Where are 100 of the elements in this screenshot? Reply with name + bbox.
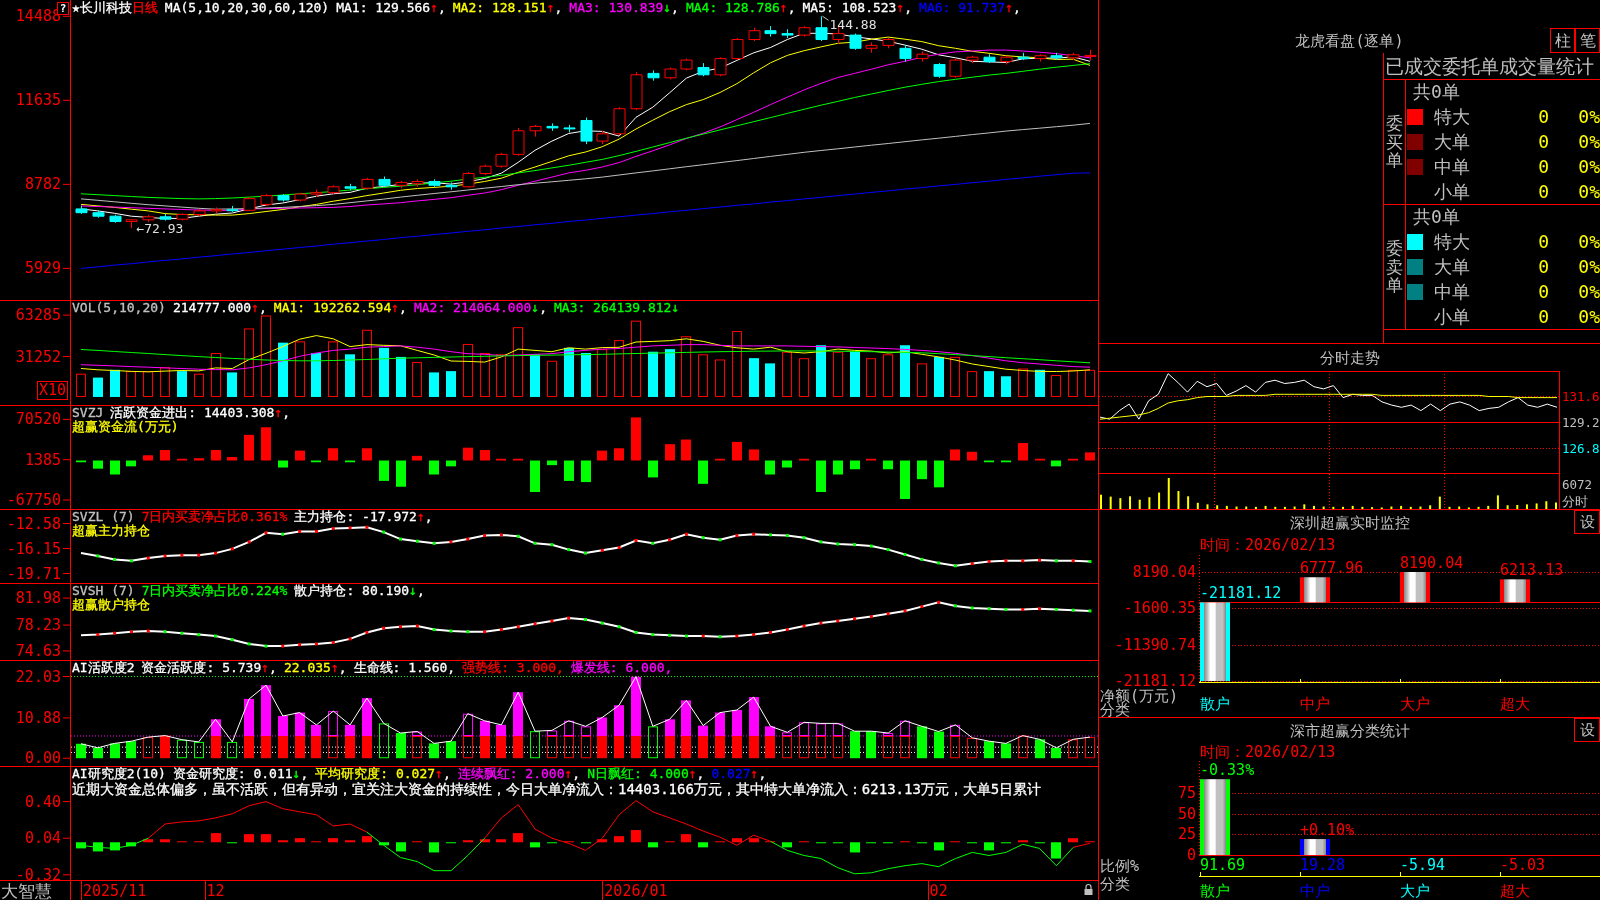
bar	[749, 449, 759, 461]
candlestick	[664, 67, 677, 80]
indicator-text: SVZJ	[72, 405, 104, 420]
candlestick	[428, 178, 441, 188]
bar	[1400, 572, 1430, 603]
order-share: 0%	[1578, 255, 1600, 278]
scale-button[interactable]: X10	[37, 381, 69, 400]
candlestick	[781, 28, 794, 39]
trend-arrow: ↑,	[251, 300, 267, 315]
bar	[581, 726, 591, 736]
settings-button[interactable]: 设	[1574, 510, 1600, 534]
bar	[126, 371, 136, 397]
bar	[278, 735, 288, 759]
bar	[194, 458, 204, 461]
indicator-text: 22.035	[283, 660, 331, 675]
bar	[1051, 375, 1061, 397]
bar	[211, 353, 221, 397]
bar	[480, 450, 490, 461]
axis-label: 11635	[15, 91, 61, 110]
order-count: 0	[1537, 180, 1549, 203]
mode-button[interactable]: 笔	[1575, 28, 1600, 53]
category-label: 超大	[1500, 882, 1530, 900]
order-share: 0%	[1578, 280, 1600, 303]
mode-button[interactable]: 柱	[1550, 28, 1575, 53]
candlestick	[462, 171, 475, 188]
axis-title: 比例%	[1100, 857, 1140, 875]
candlestick	[344, 183, 357, 191]
indicator-text: MA(5,10,20,30,60,120)	[164, 0, 330, 15]
value-label: -21181.12	[1200, 584, 1282, 603]
bar	[211, 450, 221, 461]
axis-label: 25	[1177, 825, 1196, 844]
bar	[126, 741, 136, 759]
bar	[665, 444, 675, 461]
bar	[564, 460, 574, 481]
candlestick	[714, 56, 727, 77]
bar	[547, 360, 557, 397]
bar	[597, 450, 607, 461]
bar	[110, 369, 120, 397]
candlestick	[92, 209, 105, 219]
trend-arrow: ↑,	[750, 766, 767, 781]
value-label: 19.28	[1300, 856, 1346, 874]
axis-label: 129.2	[1562, 415, 1600, 430]
candlestick	[529, 124, 542, 138]
bar	[631, 320, 641, 397]
bar	[765, 735, 775, 759]
bar	[480, 735, 490, 759]
bar	[698, 460, 708, 484]
trend-arrow: ↓	[671, 300, 680, 315]
order-type: 小单	[1434, 180, 1471, 203]
axis-label: 0.04	[24, 829, 61, 848]
candlestick	[849, 33, 862, 51]
bar	[698, 735, 708, 759]
bar	[816, 460, 826, 492]
bar	[866, 731, 876, 759]
help-button[interactable]: ?	[57, 2, 69, 15]
bar	[967, 371, 977, 397]
bar	[816, 735, 826, 759]
bar	[967, 737, 977, 759]
bar	[564, 735, 574, 759]
indicator-text: 散户持仓: 80.190	[294, 583, 410, 598]
bar	[900, 735, 910, 759]
value-label: 91.69	[1200, 856, 1246, 874]
value-label: -5.94	[1400, 856, 1446, 874]
candlestick	[580, 117, 593, 145]
candlestick	[983, 53, 996, 64]
bar	[782, 351, 792, 397]
bar	[850, 460, 860, 470]
indicator-text: 连续飘红: 2.000	[457, 766, 565, 781]
bar	[362, 698, 372, 736]
axis-label: -11390.74	[1114, 635, 1196, 654]
bar	[1001, 376, 1011, 397]
indicator-text: VOL(5,10,20)	[72, 300, 166, 315]
bar	[850, 842, 860, 853]
indicator-text: 强势线: 3.000,	[462, 660, 564, 675]
candlestick	[731, 37, 744, 61]
axis-label: 78.23	[15, 616, 61, 635]
indicator-text: 资金研究度: 0.011	[172, 766, 293, 781]
axis-label: 0.00	[24, 749, 61, 766]
bar	[1051, 747, 1061, 759]
bar	[883, 460, 893, 470]
lock-icon	[1084, 883, 1093, 895]
axis-label: -12.58	[6, 514, 61, 533]
candlestick	[109, 214, 122, 224]
bar	[328, 838, 338, 843]
indicator-text: ★长川科技	[72, 0, 132, 15]
value-label: 8190.04	[1400, 555, 1464, 572]
bar	[530, 460, 540, 492]
bar	[1051, 842, 1061, 859]
indicator-text: 活跃资金进出: 14403.308	[110, 405, 275, 420]
axis-label: -67750	[6, 491, 61, 509]
indicator-text: 超赢主力持仓	[72, 523, 150, 538]
bar	[93, 747, 103, 759]
order-type: 大单	[1434, 130, 1471, 153]
indicator-text: 主力持仓: -17.972	[294, 509, 417, 524]
bar	[160, 735, 170, 759]
bar	[765, 363, 775, 397]
bar	[749, 838, 759, 843]
bar	[463, 735, 473, 759]
group-label: 委卖单	[1386, 238, 1403, 296]
settings-button[interactable]: 设	[1574, 718, 1600, 742]
